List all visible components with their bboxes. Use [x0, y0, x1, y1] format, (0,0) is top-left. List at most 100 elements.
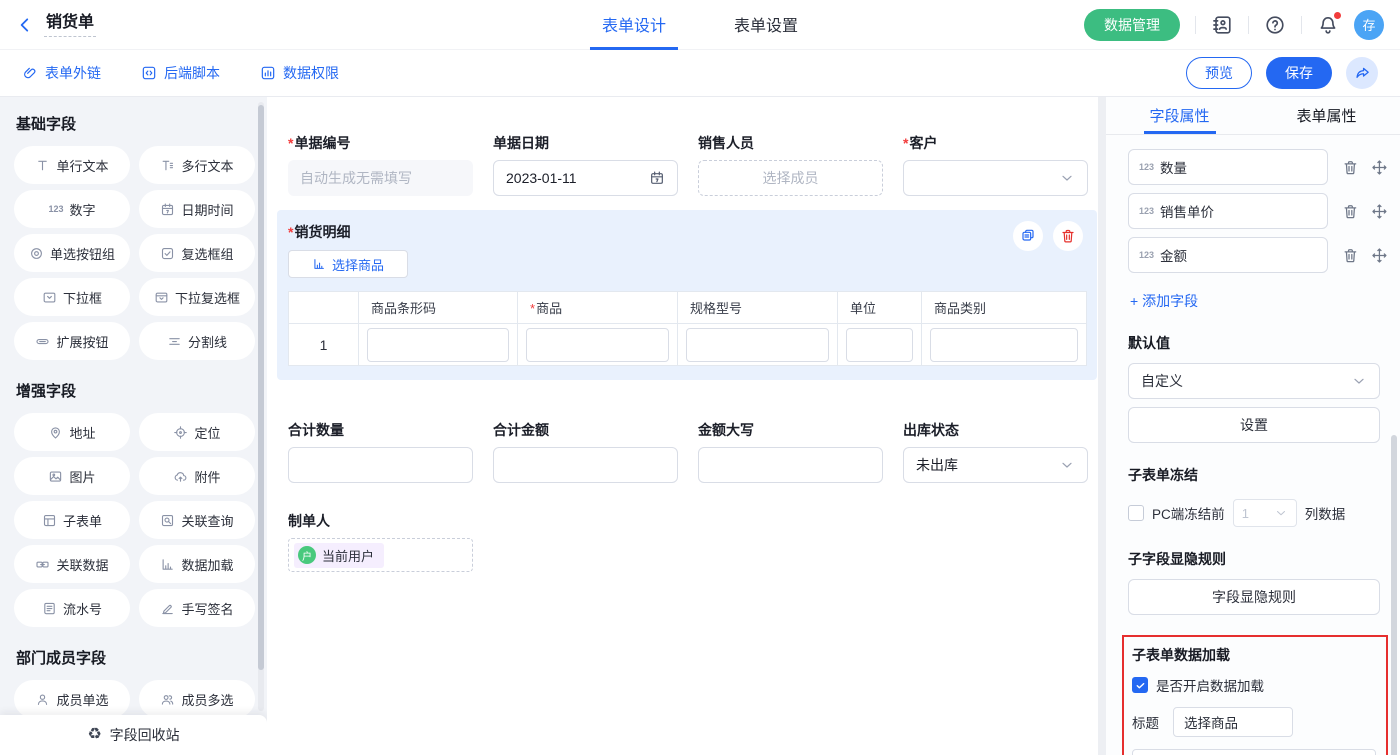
- sidebar-item-subform[interactable]: 子表单: [14, 501, 130, 539]
- freeze-checkbox[interactable]: [1128, 505, 1144, 521]
- sidebar-item-multi-text[interactable]: 多行文本: [139, 146, 255, 184]
- number-type-badge: 123: [1139, 206, 1154, 216]
- sidebar-item-datetime[interactable]: 日期时间: [139, 190, 255, 228]
- chevron-down-icon: [1059, 457, 1075, 473]
- doc-number-input[interactable]: 自动生成无需填写: [288, 160, 473, 196]
- move-icon[interactable]: [1371, 247, 1388, 264]
- tab-field-properties[interactable]: 字段属性: [1106, 97, 1253, 134]
- unit-input[interactable]: [846, 328, 913, 362]
- sidebar-item-related-query[interactable]: 关联查询: [139, 501, 255, 539]
- customer-select[interactable]: [903, 160, 1088, 196]
- tab-form-settings[interactable]: 表单设置: [722, 0, 810, 50]
- external-link-action[interactable]: 表单外链: [22, 63, 101, 83]
- form-title[interactable]: 销货单: [44, 12, 96, 38]
- sidebar-item-signature[interactable]: 手写签名: [139, 589, 255, 627]
- preview-button[interactable]: 预览: [1186, 57, 1252, 89]
- avatar[interactable]: 存: [1354, 10, 1384, 40]
- sidebar-item-attachment[interactable]: 附件: [139, 457, 255, 495]
- sidebar-item-location[interactable]: 定位: [139, 413, 255, 451]
- backend-script-action[interactable]: 后端脚本: [141, 63, 220, 83]
- delete-subform-button[interactable]: [1053, 221, 1083, 251]
- sidebar-item-single-text[interactable]: 单行文本: [14, 146, 130, 184]
- spec-input[interactable]: [686, 328, 829, 362]
- sidebar-scrollbar-thumb[interactable]: [258, 105, 264, 670]
- field-doc-number[interactable]: *单据编号 自动生成无需填写: [288, 133, 473, 196]
- creator-picker[interactable]: 户 当前用户: [288, 538, 473, 572]
- field-total-amount[interactable]: 合计金额: [493, 420, 678, 483]
- default-value-settings-button[interactable]: 设置: [1128, 407, 1380, 443]
- share-button[interactable]: [1346, 57, 1378, 89]
- total-qty-input[interactable]: [288, 447, 473, 483]
- column-header-category[interactable]: 商品类别: [922, 292, 1087, 324]
- select-product-button[interactable]: 选择商品: [288, 250, 408, 278]
- salesperson-picker[interactable]: 选择成员: [698, 160, 883, 196]
- sidebar-item-related-data[interactable]: 关联数据: [14, 545, 130, 583]
- back-button[interactable]: [16, 16, 34, 34]
- help-button[interactable]: [1264, 14, 1286, 36]
- freeze-suffix-label: 列数据: [1305, 503, 1346, 523]
- sidebar-item-number[interactable]: 123数字: [14, 190, 130, 228]
- subfield-qty[interactable]: 123数量: [1128, 149, 1328, 185]
- column-header-barcode[interactable]: 商品条形码: [359, 292, 518, 324]
- sidebar-item-serial-number[interactable]: 流水号: [14, 589, 130, 627]
- add-field-link[interactable]: + 添加字段: [1130, 291, 1198, 311]
- trash-icon[interactable]: [1342, 203, 1359, 220]
- data-load-settings-button[interactable]: 数据加载设置: [1132, 749, 1376, 755]
- copy-subform-button[interactable]: [1013, 221, 1043, 251]
- sidebar-item-member-multi[interactable]: 成员多选: [139, 680, 255, 718]
- field-amount-words[interactable]: 金额大写: [698, 420, 883, 483]
- panel-scrollbar-thumb[interactable]: [1391, 435, 1397, 755]
- contacts-button[interactable]: [1211, 14, 1233, 36]
- permission-icon: [260, 65, 276, 81]
- tab-form-design[interactable]: 表单设计: [590, 0, 678, 50]
- field-salesperson[interactable]: 销售人员 选择成员: [698, 133, 883, 196]
- sidebar-item-data-load[interactable]: 数据加载: [139, 545, 255, 583]
- sidebar-item-checkbox-group[interactable]: 复选框组: [139, 234, 255, 272]
- field-doc-date[interactable]: 单据日期 2023-01-11: [493, 133, 678, 196]
- field-total-qty[interactable]: 合计数量: [288, 420, 473, 483]
- sidebar-item-extend-button[interactable]: 扩展按钮: [14, 322, 130, 360]
- move-icon[interactable]: [1371, 203, 1388, 220]
- sidebar-item-select[interactable]: 下拉框: [14, 278, 130, 316]
- sidebar-item-address[interactable]: 地址: [14, 413, 130, 451]
- required-marker: *: [288, 224, 293, 240]
- save-button[interactable]: 保存: [1266, 57, 1332, 89]
- product-input[interactable]: [526, 328, 669, 362]
- category-input[interactable]: [930, 328, 1078, 362]
- total-amount-input[interactable]: [493, 447, 678, 483]
- visibility-rules-button[interactable]: 字段显隐规则: [1128, 579, 1380, 615]
- amount-words-input[interactable]: [698, 447, 883, 483]
- sidebar-item-member-single[interactable]: 成员单选: [14, 680, 130, 718]
- column-header-spec[interactable]: 规格型号: [678, 292, 838, 324]
- textarea-icon: [160, 158, 175, 173]
- title-input[interactable]: 选择商品: [1173, 707, 1293, 737]
- move-icon[interactable]: [1371, 159, 1388, 176]
- trash-icon[interactable]: [1342, 247, 1359, 264]
- freeze-count-select[interactable]: 1: [1233, 499, 1297, 527]
- field-row-2: 合计数量 合计金额 金额大写 出库状态 未出库: [288, 420, 1098, 483]
- sidebar-item-multi-select[interactable]: 下拉复选框: [139, 278, 255, 316]
- field-customer[interactable]: *客户: [903, 133, 1088, 196]
- barcode-input[interactable]: [367, 328, 509, 362]
- doc-date-input[interactable]: 2023-01-11: [493, 160, 678, 196]
- subform-block[interactable]: *销货明细 选择商品 商品条形码 *商品 规格型号 单位 商品类别: [277, 210, 1097, 380]
- column-header-product[interactable]: *商品: [518, 292, 678, 324]
- field-outbound-status[interactable]: 出库状态 未出库: [903, 420, 1088, 483]
- data-permission-action[interactable]: 数据权限: [260, 63, 339, 83]
- subfield-amount[interactable]: 123金额: [1128, 237, 1328, 273]
- notifications-button[interactable]: [1317, 14, 1339, 36]
- outbound-status-select[interactable]: 未出库: [903, 447, 1088, 483]
- column-header-unit[interactable]: 单位: [838, 292, 922, 324]
- sidebar-item-divider[interactable]: 分割线: [139, 322, 255, 360]
- subfield-price[interactable]: 123销售单价: [1128, 193, 1328, 229]
- sidebar-item-radio-group[interactable]: 单选按钮组: [14, 234, 130, 272]
- default-value-select[interactable]: 自定义: [1128, 363, 1380, 399]
- title-value: 选择商品: [1184, 712, 1238, 732]
- field-creator[interactable]: 制单人 户 当前用户: [288, 511, 1098, 572]
- trash-icon[interactable]: [1342, 159, 1359, 176]
- data-manage-button[interactable]: 数据管理: [1084, 9, 1180, 41]
- sidebar-item-image[interactable]: 图片: [14, 457, 130, 495]
- data-load-checkbox[interactable]: [1132, 677, 1148, 693]
- tab-form-properties[interactable]: 表单属性: [1253, 97, 1400, 134]
- field-recycle-bin[interactable]: ♻ 字段回收站: [0, 715, 267, 755]
